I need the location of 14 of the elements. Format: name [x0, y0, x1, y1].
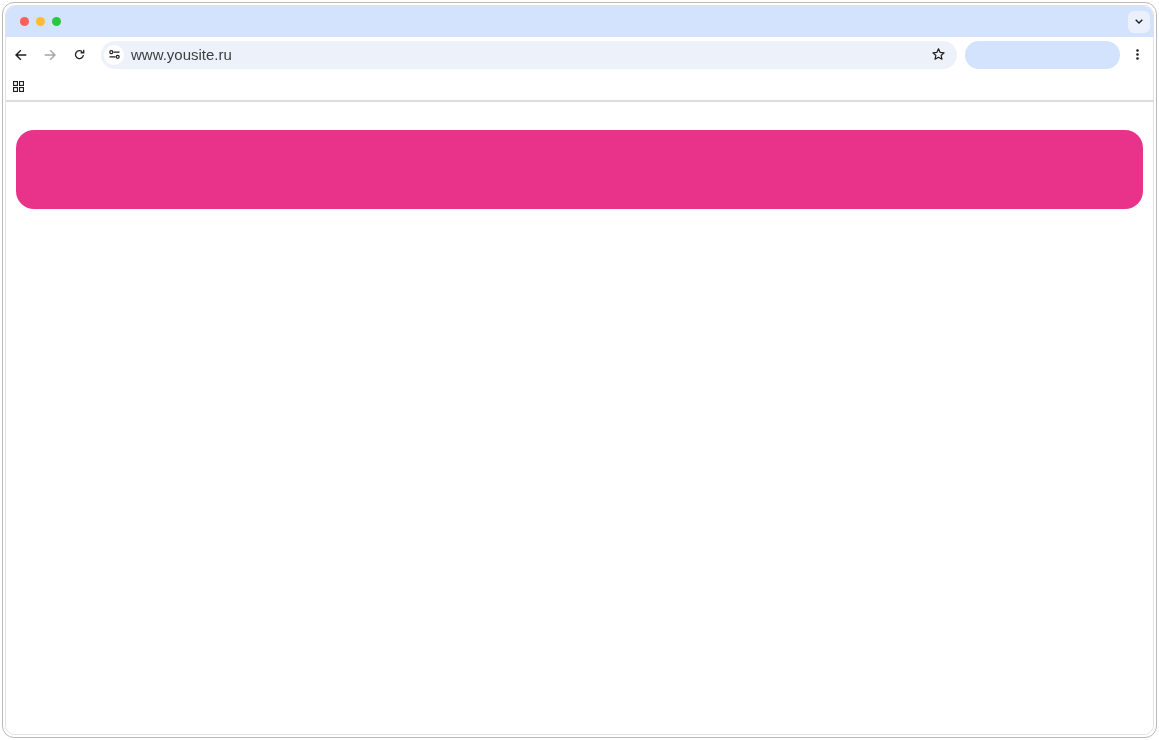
sliders-icon — [108, 50, 120, 59]
kebab-menu-icon — [1135, 49, 1139, 60]
forward-arrow-icon — [44, 48, 56, 61]
bookmark-star-button[interactable] — [932, 48, 945, 61]
chevron-down-icon — [1135, 19, 1143, 24]
site-info-button[interactable] — [104, 44, 124, 65]
star-icon — [932, 48, 945, 61]
address-field[interactable]: www.yousite.ru — [101, 40, 957, 69]
url-text: www.yousite.ru — [131, 45, 232, 64]
reload-icon — [73, 49, 85, 60]
apps-button[interactable] — [13, 80, 24, 92]
tab-list-button[interactable] — [1128, 10, 1150, 33]
grid-icon — [13, 80, 24, 92]
back-arrow-icon — [15, 48, 27, 61]
